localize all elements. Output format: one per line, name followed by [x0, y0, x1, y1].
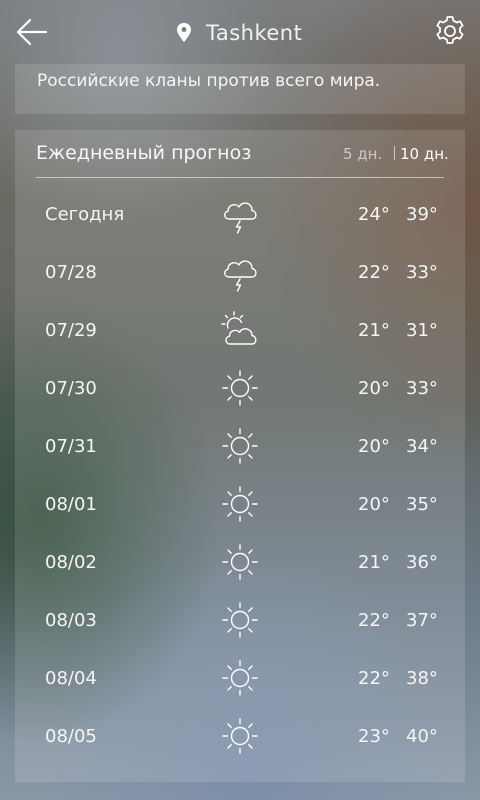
- forecast-row: 08/03 22° 37°: [15, 592, 465, 650]
- high-temperature: 33°: [406, 262, 438, 283]
- high-temperature: 40°: [406, 726, 438, 747]
- forecast-date: 07/30: [45, 378, 97, 399]
- back-arrow-icon[interactable]: [14, 14, 50, 50]
- toggle-10-days[interactable]: 10 дн.: [400, 145, 449, 163]
- high-temperature: 33°: [406, 378, 438, 399]
- forecast-row: 07/31 20° 34°: [15, 418, 465, 476]
- forecast-row: 08/01 20° 35°: [15, 476, 465, 534]
- low-temperature: 20°: [358, 378, 390, 399]
- forecast-row: 07/29 21° 31°: [15, 302, 465, 360]
- high-temperature: 36°: [406, 552, 438, 573]
- news-headline: Российские кланы против всего мира.: [37, 71, 381, 91]
- location-pin-icon: [177, 23, 191, 42]
- forecast-row: 08/04 22° 38°: [15, 650, 465, 708]
- sun-icon: [222, 370, 258, 406]
- low-temperature: 22°: [358, 262, 390, 283]
- low-temperature: 20°: [358, 494, 390, 515]
- forecast-date: 08/04: [45, 668, 97, 689]
- top-bar: Tashkent: [0, 0, 480, 66]
- forecast-title: Ежедневный прогноз: [36, 142, 252, 164]
- high-temperature: 35°: [406, 494, 438, 515]
- low-temperature: 22°: [358, 610, 390, 631]
- low-temperature: 21°: [358, 552, 390, 573]
- toggle-5-days[interactable]: 5 дн.: [343, 145, 382, 163]
- sun-icon: [222, 544, 258, 580]
- high-temperature: 38°: [406, 668, 438, 689]
- low-temperature: 22°: [358, 668, 390, 689]
- forecast-row: Сегодня 24° 39°: [15, 186, 465, 244]
- high-temperature: 39°: [406, 204, 438, 225]
- partly-cloudy-icon: [221, 311, 257, 345]
- gear-icon[interactable]: [432, 14, 468, 50]
- daily-forecast-card: Ежедневный прогноз 5 дн. 10 дн. Сегодня …: [15, 130, 465, 782]
- sun-icon: [222, 428, 258, 464]
- title-divider: [36, 177, 444, 178]
- sun-icon: [222, 602, 258, 638]
- low-temperature: 21°: [358, 320, 390, 341]
- thunderstorm-icon: [224, 202, 257, 234]
- forecast-date: 08/03: [45, 610, 97, 631]
- forecast-date: 08/01: [45, 494, 97, 515]
- low-temperature: 24°: [358, 204, 390, 225]
- forecast-date: 08/05: [45, 726, 97, 747]
- forecast-date: 08/02: [45, 552, 97, 573]
- high-temperature: 34°: [406, 436, 438, 457]
- high-temperature: 37°: [406, 610, 438, 631]
- low-temperature: 23°: [358, 726, 390, 747]
- forecast-row: 07/30 20° 33°: [15, 360, 465, 418]
- low-temperature: 20°: [358, 436, 390, 457]
- forecast-row: 08/05 23° 40°: [15, 708, 465, 766]
- toggle-separator: [394, 146, 395, 160]
- forecast-date: 07/29: [45, 320, 97, 341]
- forecast-row: 08/02 21° 36°: [15, 534, 465, 592]
- forecast-date: 07/31: [45, 436, 97, 457]
- sun-icon: [222, 660, 258, 696]
- city-name: Tashkent: [206, 21, 303, 45]
- high-temperature: 31°: [406, 320, 438, 341]
- forecast-date: Сегодня: [45, 204, 125, 225]
- news-banner[interactable]: Российские кланы против всего мира.: [15, 64, 465, 114]
- sun-icon: [222, 486, 258, 522]
- location-selector[interactable]: Tashkent: [176, 18, 302, 48]
- thunderstorm-icon: [224, 260, 257, 292]
- forecast-date: 07/28: [45, 262, 97, 283]
- sun-icon: [222, 718, 258, 754]
- forecast-row: 07/28 22° 33°: [15, 244, 465, 302]
